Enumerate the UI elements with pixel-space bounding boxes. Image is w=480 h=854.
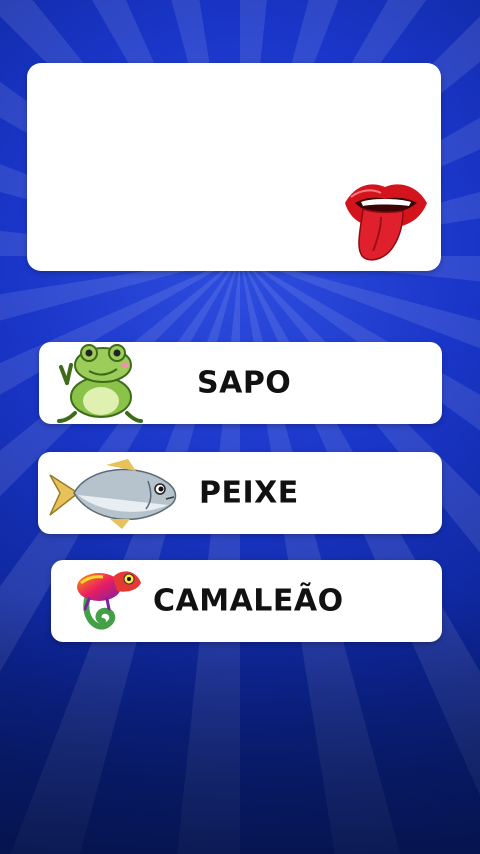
mouth-tongue-icon	[345, 184, 427, 261]
fish-icon	[49, 459, 177, 529]
clue-card	[27, 63, 441, 271]
option-peixe[interactable]: PEIXE	[38, 452, 442, 534]
frog-icon	[57, 344, 143, 423]
option-camaleao[interactable]: CAMALEÃO	[51, 560, 442, 642]
option-label: SAPO	[197, 365, 292, 401]
chameleon-icon	[77, 571, 141, 630]
option-sapo[interactable]: SAPO	[39, 342, 442, 424]
option-label: PEIXE	[199, 475, 299, 511]
option-label: CAMALEÃO	[153, 583, 344, 619]
